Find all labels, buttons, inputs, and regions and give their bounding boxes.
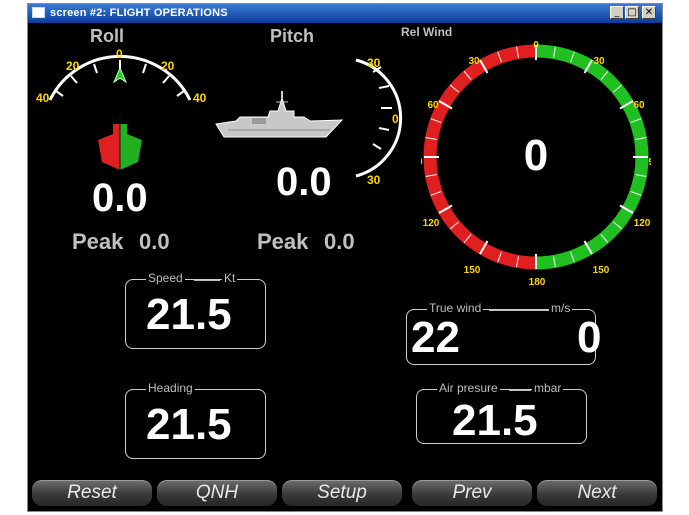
rel-wind-tick-label: 150 [464,265,481,276]
roll-value: 0.0 [92,176,148,220]
roll-tick-label: 40 [193,91,207,105]
prev-button[interactable]: Prev [412,480,532,506]
reset-button[interactable]: Reset [32,480,152,506]
pitch-peak-label: Peak [257,229,309,254]
rel-wind-tick-label: 120 [634,218,651,229]
speed-label: Speed [146,271,185,285]
rel-wind-label: Rel Wind [401,25,453,39]
maximize-button[interactable]: □ [625,6,639,19]
pitch-ticks [372,66,392,150]
air-pressure-label: Air presure [437,381,500,395]
window-icon [32,7,45,18]
setup-button[interactable]: Setup [282,480,402,506]
roll-tick-label: 20 [66,59,80,73]
air-pressure-panel: Air presure mbar 21.5 [416,381,587,445]
true-wind-speed: 22 [411,313,460,362]
roll-tick-label: 20 [161,59,175,73]
rel-wind-value: 0 [524,131,548,180]
pitch-tick-label: 30 [367,56,381,70]
speed-panel: Speed Kt 21.5 [125,271,266,349]
rel-wind-tick-label: 90 [421,157,423,168]
air-pressure-label-line [509,390,531,391]
qnh-button[interactable]: QNH [157,480,277,506]
ship-stern-icon [98,114,142,170]
speed-label-line [194,280,220,281]
speed-value: 21.5 [146,290,232,339]
rel-wind-tick-label: 150 [593,265,610,276]
rel-wind-tick-label: 60 [427,100,439,111]
pitch-gauge: 30 0 30 [355,56,403,187]
pitch-tick-label: 0 [392,112,399,126]
heading-value: 21.5 [146,400,232,449]
rel-wind-tick-label: 60 [633,100,645,111]
true-wind-label-line [489,310,549,311]
roll-peak-value: 0.0 [139,229,170,254]
pitch-tick-label: 30 [367,173,381,187]
rel-wind-starboard-arc [535,44,649,270]
rel-wind-tick-label: 30 [593,56,605,67]
roll-tick-label: 0 [116,47,123,61]
next-button[interactable]: Next [537,480,657,506]
true-wind-direction: 0 [577,313,602,362]
close-button[interactable]: ✕ [642,6,656,19]
roll-pointer [112,66,128,84]
window-title: screen #2: FLIGHT OPERATIONS [50,7,228,19]
rel-wind-tick-label: 180 [529,277,546,288]
heading-panel: Heading 21.5 [125,381,266,459]
roll-peak-label: Peak [72,229,124,254]
flight-operations-window: screen #2: FLIGHT OPERATIONS _ □ ✕ Roll … [27,3,663,512]
heading-label: Heading [146,381,195,395]
rel-wind-port-arc [423,44,537,270]
air-pressure-value: 21.5 [452,396,538,445]
pitch-value: 0.0 [276,160,332,204]
rel-wind-tick-label: 30 [468,56,480,67]
rel-wind-tick-label: 90 [648,157,651,168]
roll-tick-label: 40 [36,91,50,105]
rel-wind-gauge: 0 30 60 90 120 150 180 30 60 90 120 150 … [421,41,651,288]
air-pressure-unit: mbar [532,381,564,395]
roll-gauge: 40 20 0 20 40 [36,47,207,105]
speed-unit: Kt [222,271,238,285]
title-bar[interactable]: screen #2: FLIGHT OPERATIONS _ □ ✕ [28,4,662,23]
true-wind-panel: True wind m/s 22 0 [406,301,601,365]
rel-wind-tick-label: 120 [423,218,440,229]
pitch-peak-value: 0.0 [324,229,355,254]
ship-profile-icon [215,91,344,138]
minimize-button[interactable]: _ [610,6,624,19]
pitch-label: Pitch [270,26,315,46]
true-wind-unit: m/s [549,301,573,315]
rel-wind-tick-label: 0 [533,41,539,51]
